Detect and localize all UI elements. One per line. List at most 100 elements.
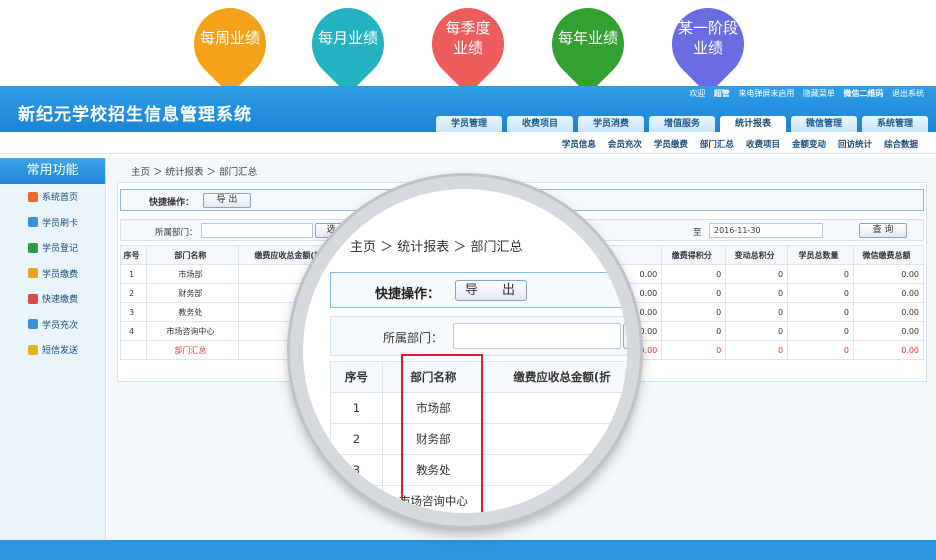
app-header: 新纪元学校招生信息管理系统 欢迎 超管 来电弹屏未启用 隐藏菜单 微信二维码 退…: [0, 86, 936, 132]
tab-fee-items[interactable]: 收费项目: [507, 116, 573, 132]
subnav-student-info[interactable]: 学员信息: [562, 138, 596, 150]
sidebar-item-quick-pay[interactable]: 快速缴费: [0, 286, 105, 312]
cell-summary-label: 部门汇总: [145, 340, 239, 360]
tab-wechat[interactable]: 微信管理: [791, 116, 857, 132]
sidebar-title: 常用功能: [0, 158, 105, 184]
subnav-fee-items[interactable]: 收费项目: [746, 138, 780, 150]
subnav-member-recharge[interactable]: 会员充次: [608, 138, 642, 150]
cell-wechat: 0.00: [853, 321, 924, 341]
footer-bar: [0, 540, 936, 560]
tab-reports[interactable]: 统计报表: [720, 116, 786, 132]
sidebar-item-label: 系统首页: [42, 193, 79, 204]
breadcrumb: 主页 ＞ 统计报表 ＞ 部门汇总: [131, 167, 258, 178]
sidebar-item-register[interactable]: 学员登记: [0, 235, 105, 261]
col-change-points: 变动总积分: [725, 245, 789, 265]
col-student-count: 学员总数量: [787, 245, 854, 265]
cell-dept: 财务部: [145, 283, 239, 303]
cell-no: 4: [120, 321, 147, 341]
cell-wechat: 0.00: [853, 340, 924, 360]
register-user-icon: [28, 242, 38, 253]
subnav-overall-data[interactable]: 综合数据: [884, 138, 918, 150]
cell-dept: 市场咨询中心: [145, 321, 239, 341]
cell-points: 0: [661, 283, 727, 303]
cell-no: 1: [120, 264, 147, 284]
to-label: 至: [693, 228, 702, 238]
sidebar-item-label: 学员充次: [42, 320, 79, 331]
col-no: 序号: [120, 245, 147, 265]
subnav-dept-summary[interactable]: 部门汇总: [700, 138, 734, 150]
lens-row: 3 教务处: [330, 454, 627, 486]
tab-value-added[interactable]: 增值服务: [649, 116, 715, 132]
cell-change: 0: [725, 264, 789, 284]
tab-student-consumption[interactable]: 学员消费: [578, 116, 644, 132]
bubble-period-label: 某一阶段 业绩: [677, 19, 738, 57]
lens-breadcrumb: 主页 ＞ 统计报表 ＞ 部门汇总: [350, 240, 523, 255]
lens-filter-bar: 所属部门：: [330, 316, 627, 356]
cell-count: 0: [787, 321, 854, 341]
lens-row: 2 财务部: [330, 423, 627, 455]
cell-change: 0: [725, 321, 789, 341]
lens-select-button[interactable]: [623, 323, 627, 349]
cart-icon: [28, 268, 38, 279]
sidebar-item-label: 短信发送: [42, 346, 79, 357]
cell-points: 0: [661, 302, 727, 322]
dept-column-highlight: [401, 354, 483, 513]
hide-menu-link[interactable]: 隐藏菜单: [803, 89, 835, 98]
lens-cell-no: 3: [330, 454, 383, 486]
lens-cell-receivable: [483, 485, 627, 513]
mail-icon: [28, 344, 38, 355]
sidebar: 常用功能 系统首页 学员刷卡 学员登记 学员缴费 快速缴费 学员充次 短信发送: [0, 158, 106, 540]
query-button[interactable]: 查 询: [859, 223, 907, 238]
callpop-link[interactable]: 来电弹屏未启用: [738, 89, 794, 98]
dept-label: 所属部门：: [155, 228, 198, 238]
tab-system[interactable]: 系统管理: [862, 116, 928, 132]
lens-cell-no: 2: [330, 423, 383, 455]
sidebar-item-card-swipe[interactable]: 学员刷卡: [0, 210, 105, 236]
cell-count: 0: [787, 264, 854, 284]
bubble-quarterly-label: 每季度 业绩: [445, 19, 491, 57]
sidebar-item-label: 学员缴费: [42, 269, 79, 280]
cell-no: [120, 340, 147, 360]
cell-change: 0: [725, 340, 789, 360]
cell-no: 3: [120, 302, 147, 322]
cell-points: 0: [661, 340, 727, 360]
cell-no: 2: [120, 283, 147, 303]
lens-col-no: 序号: [330, 361, 383, 393]
cell-count: 0: [787, 340, 854, 360]
lens-col-receivable: 缴费应收总金额(折: [483, 361, 627, 393]
cell-dept: 市场部: [145, 264, 239, 284]
quick-pay-icon: [28, 293, 38, 304]
cell-change: 0: [725, 283, 789, 303]
lens-cell-receivable: [483, 454, 627, 486]
lens-table: 序号 部门名称 缴费应收总金额(折 1 市场部 2 财务部 3 教务处 市场咨询中心: [330, 361, 627, 513]
home-icon: [28, 191, 38, 202]
lens-row: 1 市场部: [330, 392, 627, 424]
tab-student-mgmt[interactable]: 学员管理: [436, 116, 502, 132]
wechat-qr-link[interactable]: 微信二维码: [843, 89, 883, 98]
dept-input[interactable]: [201, 223, 313, 238]
quick-ops-label: 快捷操作：: [149, 198, 195, 208]
end-date-input[interactable]: 2016-11-30: [709, 223, 823, 238]
subnav-amount-change[interactable]: 金额变动: [792, 138, 826, 150]
sidebar-item-home[interactable]: 系统首页: [0, 184, 105, 210]
cell-wechat: 0.00: [853, 302, 924, 322]
sidebar-item-label: 快速缴费: [42, 295, 79, 306]
lens-cell-no: 1: [330, 392, 383, 424]
sidebar-item-sms[interactable]: 短信发送: [0, 337, 105, 363]
feature-bubbles: 每周业绩 每月业绩 每季度 业绩 每年业绩 某一阶段 业绩: [0, 0, 936, 95]
export-button[interactable]: 导 出: [203, 193, 251, 208]
sidebar-item-recharge[interactable]: 学员充次: [0, 312, 105, 338]
logout-link[interactable]: 退出系统: [892, 89, 924, 98]
sub-navigation: 学员信息 会员充次 学员缴费 部门汇总 收费项目 金额变动 回访统计 综合数据: [0, 132, 936, 154]
sidebar-item-label: 学员登记: [42, 244, 79, 255]
bubble-yearly-label: 每年业绩: [557, 29, 618, 47]
lens-dept-input[interactable]: [453, 323, 621, 349]
subnav-visit-stats[interactable]: 回访统计: [838, 138, 872, 150]
bubble-weekly-label: 每周业绩: [199, 29, 260, 47]
sidebar-item-payment[interactable]: 学员缴费: [0, 261, 105, 287]
subnav-student-payment[interactable]: 学员缴费: [654, 138, 688, 150]
lens-row: 市场咨询中心: [330, 485, 627, 513]
cell-count: 0: [787, 283, 854, 303]
lens-export-button[interactable]: 导 出: [455, 280, 527, 301]
app-title: 新纪元学校招生信息管理系统: [18, 105, 252, 125]
